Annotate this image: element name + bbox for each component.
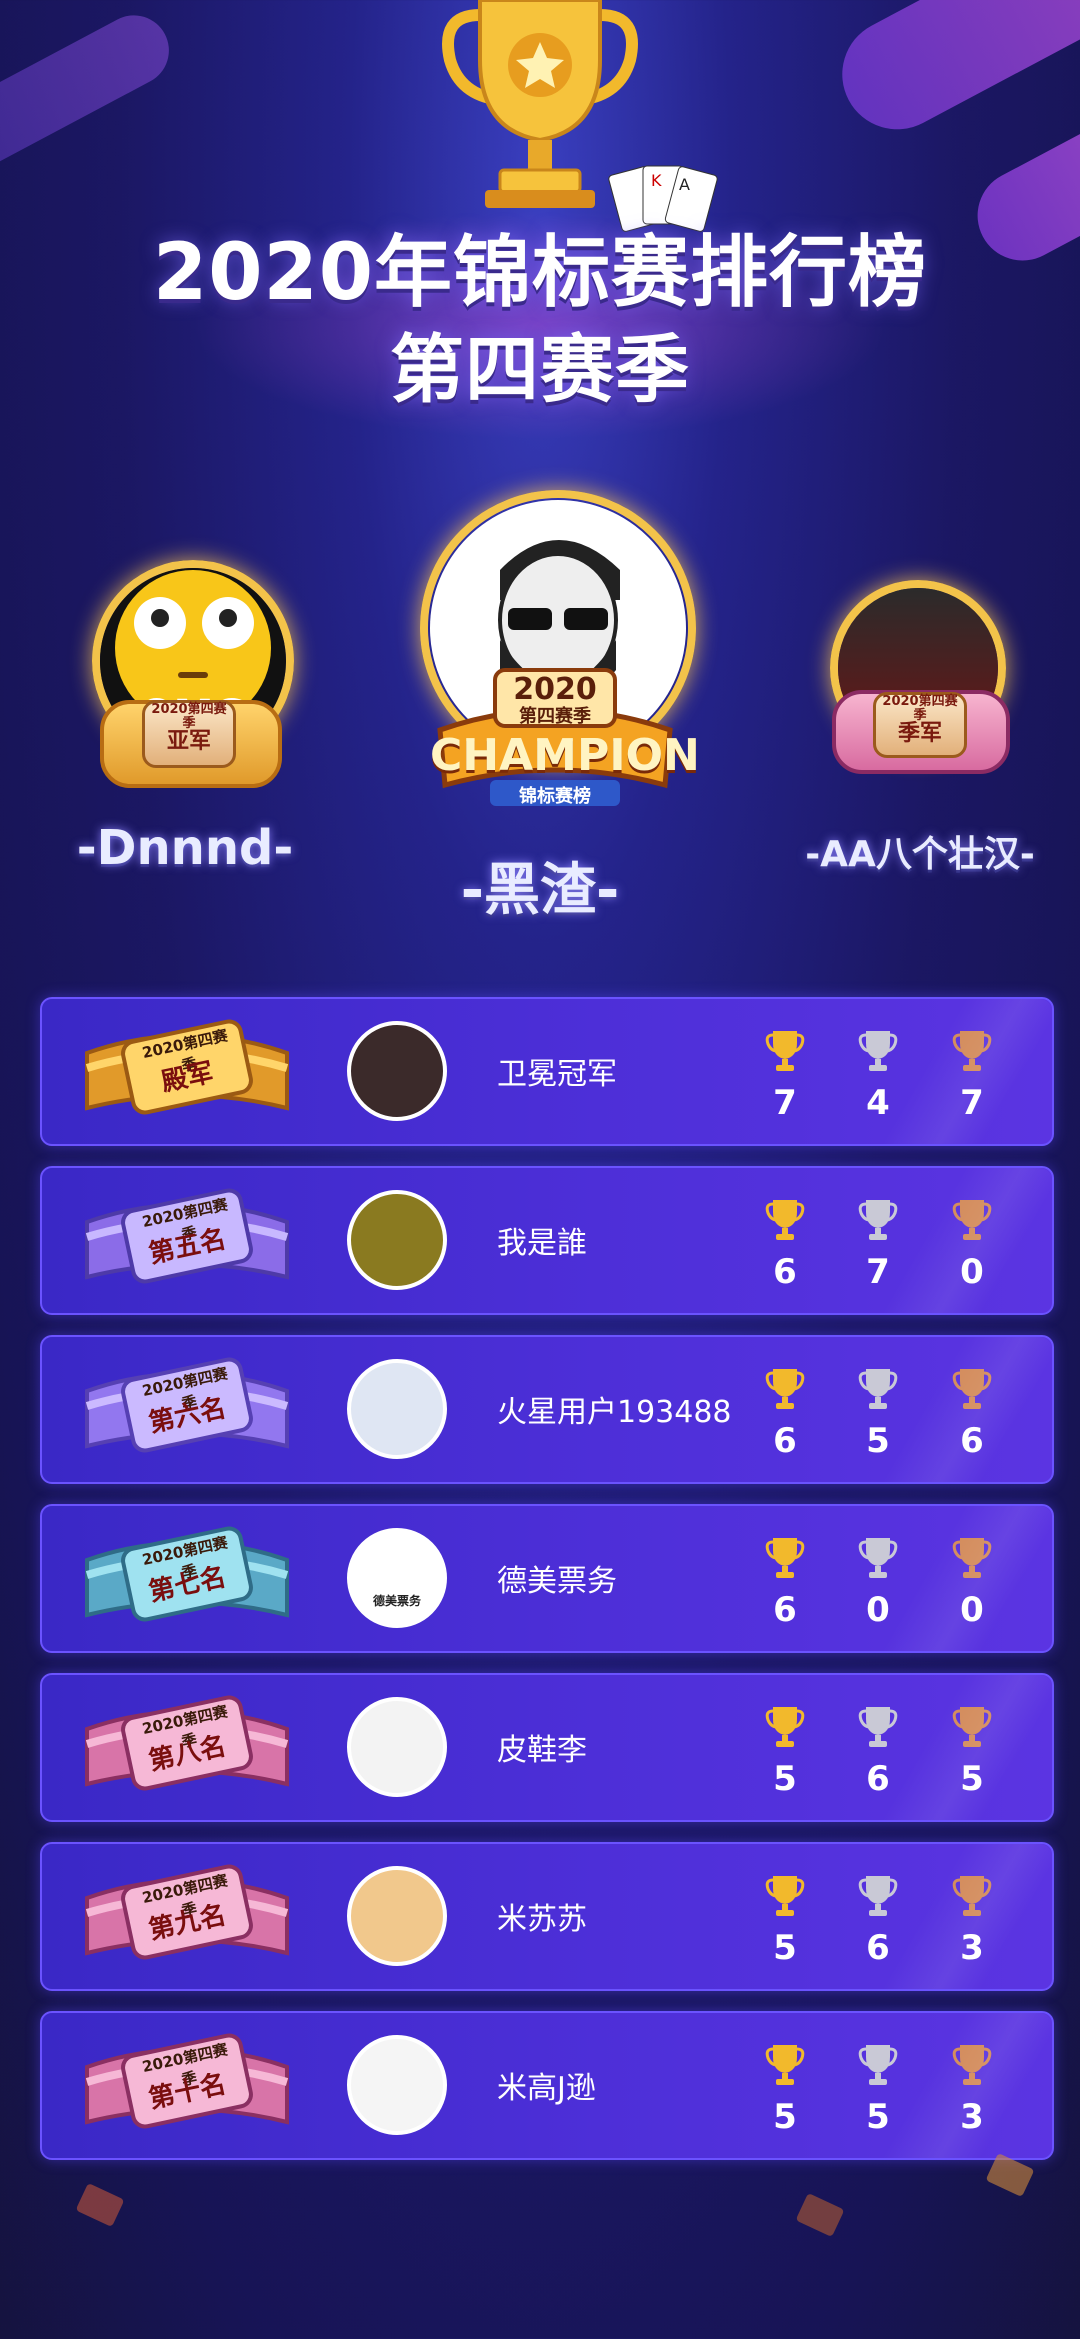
bronze-count: 7 — [960, 1083, 984, 1123]
page-title: 2020年锦标赛排行榜 — [152, 228, 928, 318]
silver-count: 5 — [866, 1421, 890, 1461]
gold-trophy-icon — [765, 1196, 805, 1242]
silver-trophy-icon — [858, 1365, 898, 1411]
banner-sub: 锦标赛榜 — [519, 786, 591, 807]
silver-count: 5 — [866, 2097, 890, 2137]
player-name: 皮鞋李 — [497, 1733, 587, 1768]
silver-count: 6 — [866, 1928, 890, 1968]
gold-trophy-icon — [765, 1365, 805, 1411]
decoration — [795, 2192, 845, 2238]
decoration — [75, 2182, 125, 2228]
gold-count: 5 — [773, 1928, 797, 1968]
leaderboard-row[interactable]: 2020第四赛季 殿军 卫冕冠军 7 4 7 — [40, 997, 1054, 1146]
bronze-trophy-icon — [952, 1027, 992, 1073]
podium-name: -Dnnnd- — [76, 820, 294, 876]
bronze-trophy-icon — [952, 1703, 992, 1749]
avatar — [347, 1866, 447, 1966]
podium-name: -AA八个壮汉- — [805, 834, 1035, 875]
bronze-count: 3 — [960, 2097, 984, 2137]
leaderboard-row[interactable]: 2020第四赛季 第五名 我是誰 6 7 0 — [40, 1166, 1054, 1315]
svg-text:K: K — [651, 171, 662, 190]
bronze-trophy-icon — [952, 1196, 992, 1242]
rank-badge: 2020第四赛季 亚军 — [142, 700, 236, 768]
bronze-count: 3 — [960, 1928, 984, 1968]
leaderboard-row[interactable]: 2020第四赛季 第十名 米高J逊 5 5 3 — [40, 2011, 1054, 2160]
player-name: 火星用户193488 — [497, 1395, 732, 1430]
player-name: 德美票务 — [497, 1564, 617, 1599]
player-name: 卫冕冠军 — [497, 1057, 617, 1092]
silver-trophy-icon — [858, 1534, 898, 1580]
gold-count: 6 — [773, 1590, 797, 1630]
badge-rank: 季军 — [897, 721, 942, 747]
avatar-label: 德美票务 — [372, 1594, 421, 1608]
bronze-count: 0 — [960, 1590, 984, 1630]
gold-trophy-icon — [765, 1027, 805, 1073]
avatar: 德美票务 — [347, 1528, 447, 1628]
silver-count: 7 — [866, 1252, 890, 1292]
bronze-trophy-icon — [952, 1365, 992, 1411]
gold-count: 5 — [773, 1759, 797, 1799]
gold-count: 7 — [773, 1083, 797, 1123]
avatar — [347, 1359, 447, 1459]
leaderboard-row[interactable]: 2020第四赛季 第九名 米苏苏 5 6 3 — [40, 1842, 1054, 1991]
bronze-count: 0 — [960, 1252, 984, 1292]
silver-count: 6 — [866, 1759, 890, 1799]
player-name: 米高J逊 — [497, 2071, 596, 2106]
avatar — [347, 1190, 447, 1290]
silver-count: 0 — [866, 1590, 890, 1630]
page-subtitle: 第四赛季 — [390, 327, 690, 413]
leaderboard-row[interactable]: 2020第四赛季 第八名 皮鞋李 5 6 5 — [40, 1673, 1054, 1822]
badge-rank: 亚军 — [166, 729, 211, 755]
gold-trophy-icon — [765, 1872, 805, 1918]
podium-name: -黑渣- — [460, 858, 620, 923]
silver-trophy-icon — [858, 1872, 898, 1918]
badge-season: 2020第四赛季 — [151, 702, 227, 731]
bronze-trophy-icon — [952, 2041, 992, 2087]
silver-count: 4 — [866, 1083, 890, 1123]
gold-count: 6 — [773, 1421, 797, 1461]
gold-count: 5 — [773, 2097, 797, 2137]
silver-trophy-icon — [858, 1027, 898, 1073]
svg-text:A: A — [679, 175, 690, 194]
avatar — [347, 1021, 447, 1121]
silver-trophy-icon — [858, 1703, 898, 1749]
player-name: 我是誰 — [497, 1226, 587, 1261]
gold-trophy-icon — [765, 2041, 805, 2087]
avatar — [347, 1697, 447, 1797]
leaderboard-row[interactable]: 2020第四赛季 第六名 火星用户193488 6 5 6 — [40, 1335, 1054, 1484]
banner-season: 第四赛季 — [519, 706, 591, 727]
silver-trophy-icon — [858, 1196, 898, 1242]
player-name: 米苏苏 — [497, 1902, 587, 1937]
leaderboard-row[interactable]: 2020第四赛季 第七名 德美票务 德美票务 6 0 0 — [40, 1504, 1054, 1653]
badge-season: 2020第四赛季 — [882, 694, 958, 723]
rank-badge: 2020第四赛季 季军 — [873, 692, 967, 758]
silver-trophy-icon — [858, 2041, 898, 2087]
bronze-trophy-icon — [952, 1534, 992, 1580]
bronze-count: 5 — [960, 1759, 984, 1799]
gold-count: 6 — [773, 1252, 797, 1292]
bronze-count: 6 — [960, 1421, 984, 1461]
gold-trophy-icon — [765, 1703, 805, 1749]
avatar — [347, 2035, 447, 2135]
banner-champion-text: CHAMPION — [430, 730, 700, 781]
gold-trophy-icon — [765, 1534, 805, 1580]
bronze-trophy-icon — [952, 1872, 992, 1918]
bg-stripe — [822, 0, 1080, 149]
bg-stripe — [0, 3, 182, 187]
